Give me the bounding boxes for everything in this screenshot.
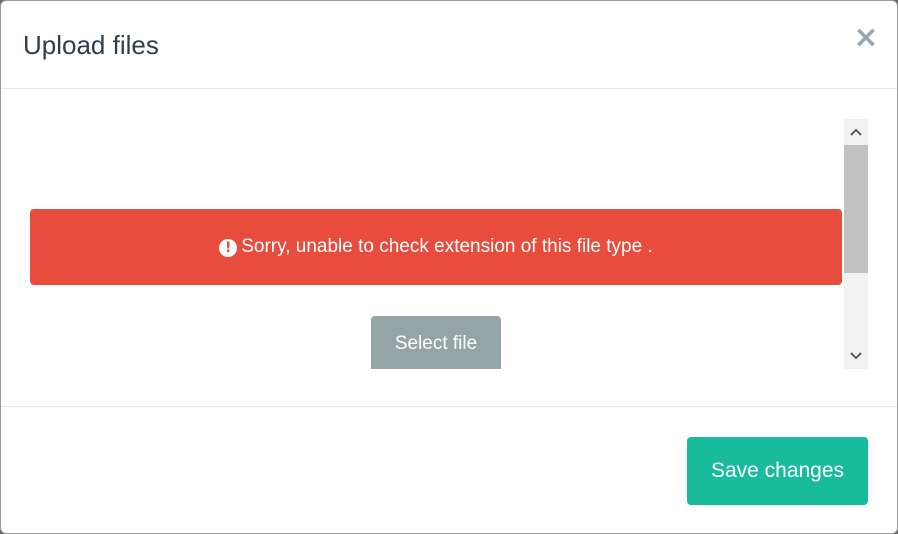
upload-files-dialog: Upload files × ! Sorry, unable to check e… <box>0 0 898 534</box>
scroll-thumb[interactable] <box>844 145 868 273</box>
vertical-scrollbar[interactable] <box>844 119 868 369</box>
scroll-up-arrow-icon[interactable] <box>844 119 868 145</box>
close-button[interactable]: × <box>853 23 879 53</box>
dialog-footer: Save changes <box>1 406 897 533</box>
scroll-content: ! Sorry, unable to check extension of thi… <box>30 119 868 369</box>
dialog-title: Upload files <box>23 30 159 60</box>
dialog-body: ! Sorry, unable to check extension of thi… <box>1 89 897 406</box>
save-changes-button[interactable]: Save changes <box>687 437 868 505</box>
close-icon[interactable]: × <box>853 20 878 55</box>
error-alert: ! Sorry, unable to check extension of thi… <box>30 209 842 285</box>
alert-message: Sorry, unable to check extension of this… <box>241 236 653 257</box>
exclamation-circle-icon: ! <box>219 239 238 257</box>
select-file-button[interactable]: Select file <box>371 316 501 369</box>
scroll-down-arrow-icon[interactable] <box>844 343 868 369</box>
dialog-header: Upload files × <box>1 1 897 89</box>
